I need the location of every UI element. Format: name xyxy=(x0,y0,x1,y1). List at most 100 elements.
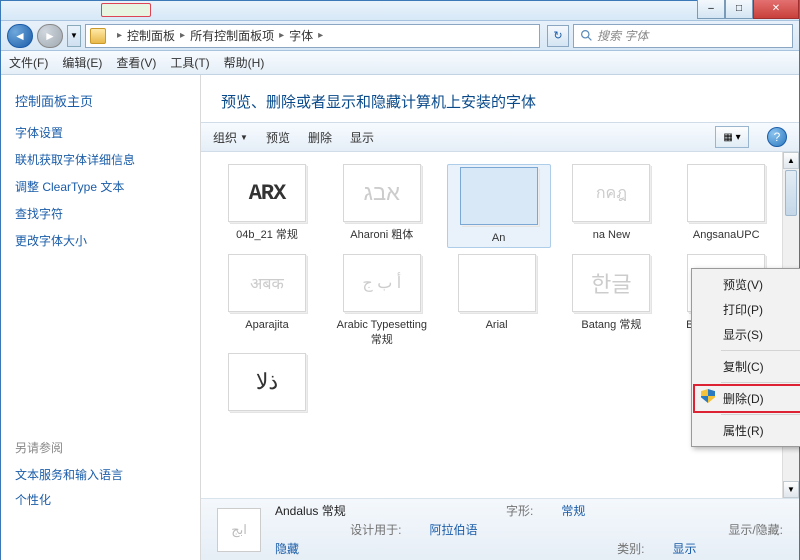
ctx-print[interactable]: 打印(P) xyxy=(695,297,800,322)
toolbar: 组织 ▼ 预览 删除 显示 ▦ ▾ ? xyxy=(201,122,799,152)
nav-history-dropdown[interactable]: ▼ xyxy=(67,25,81,47)
font-thumbnail: กคฎ xyxy=(572,164,650,222)
font-label: Arial xyxy=(486,318,508,332)
details-font-name: Andalus 常规 xyxy=(275,502,402,519)
sidebar-home-link[interactable]: 控制面板主页 xyxy=(15,91,186,110)
ctx-delete[interactable]: 删除(D) xyxy=(695,386,800,411)
font-label: 04b_21 常规 xyxy=(236,228,298,242)
font-item[interactable]: ذلا xyxy=(217,353,317,417)
scroll-down-button[interactable]: ▼ xyxy=(783,481,799,498)
details-design-value: 阿拉伯语 xyxy=(430,521,534,538)
refresh-button[interactable]: ↻ xyxy=(547,25,569,47)
minimize-button[interactable]: – xyxy=(697,0,725,19)
font-label: Aparajita xyxy=(245,318,288,332)
details-design-label: 设计用于: xyxy=(275,521,402,538)
sidebar-link-font-settings[interactable]: 字体设置 xyxy=(15,124,186,141)
font-item[interactable]: กคฎ na New xyxy=(561,164,661,248)
page-title: 预览、删除或者显示和隐藏计算机上安装的字体 xyxy=(221,91,779,112)
sidebar-link-font-size[interactable]: 更改字体大小 xyxy=(15,232,186,249)
ctx-separator xyxy=(721,382,800,383)
details-style-value: 常规 xyxy=(561,502,644,519)
font-thumbnail: अबक xyxy=(228,254,306,312)
menu-help[interactable]: 帮助(H) xyxy=(224,54,265,71)
font-label: Batang 常规 xyxy=(581,318,641,332)
search-icon xyxy=(580,29,593,42)
font-thumbnail: 한글 xyxy=(572,254,650,312)
details-pane: ابج Andalus 常规 字形: 常规 设计用于: 阿拉伯语 显示/隐藏: … xyxy=(201,498,799,560)
details-thumbnail: ابج xyxy=(217,508,261,552)
breadcrumb[interactable]: ▸ 控制面板 ▸ 所有控制面板项 ▸ 字体 ▸ xyxy=(85,24,540,48)
ctx-preview[interactable]: 预览(V) xyxy=(695,272,800,297)
font-thumbnail xyxy=(687,164,765,222)
search-input[interactable]: 搜索 字体 xyxy=(573,24,793,48)
details-style-label: 字形: xyxy=(430,502,534,519)
details-cat-value: 显示 xyxy=(673,540,784,557)
font-item[interactable]: 한글 Batang 常规 xyxy=(561,254,661,347)
help-button[interactable]: ? xyxy=(767,127,787,147)
crumb-fonts[interactable]: 字体 xyxy=(289,27,313,44)
content-area: 预览、删除或者显示和隐藏计算机上安装的字体 组织 ▼ 预览 删除 显示 ▦ ▾ … xyxy=(201,75,799,560)
font-item[interactable]: אבג Aharoni 粗体 xyxy=(332,164,432,248)
font-label: Arabic Typesetting 常规 xyxy=(334,318,430,347)
font-item[interactable]: أ ب ج Arabic Typesetting 常规 xyxy=(332,254,432,347)
crumb-control-panel[interactable]: 控制面板 xyxy=(127,27,175,44)
menu-file[interactable]: 文件(F) xyxy=(9,54,48,71)
font-thumbnail xyxy=(458,254,536,312)
ctx-copy[interactable]: 复制(C) xyxy=(695,354,800,379)
see-also-text-services[interactable]: 文本服务和输入语言 xyxy=(15,466,186,483)
font-label: Aharoni 粗体 xyxy=(350,228,413,242)
toolbar-delete[interactable]: 删除 xyxy=(308,129,332,146)
font-thumbnail: أ ب ج xyxy=(343,254,421,312)
font-thumbnail: אבג xyxy=(343,164,421,222)
sidebar-links: 字体设置 联机获取字体详细信息 调整 ClearType 文本 查找字符 更改字… xyxy=(15,124,186,249)
menu-tools[interactable]: 工具(T) xyxy=(170,54,209,71)
view-mode-button[interactable]: ▦ ▾ xyxy=(715,126,749,148)
titlebar: – □ ✕ xyxy=(1,1,799,21)
maximize-button[interactable]: □ xyxy=(725,0,753,19)
shield-icon xyxy=(701,389,715,403)
font-thumbnail xyxy=(460,167,538,225)
font-label: An xyxy=(492,231,505,245)
see-also-heading: 另请参阅 xyxy=(15,439,186,456)
crumb-all-items[interactable]: 所有控制面板项 xyxy=(190,27,274,44)
font-label: na New xyxy=(593,228,630,242)
toolbar-preview[interactable]: 预览 xyxy=(266,129,290,146)
font-item[interactable]: AngsanaUPC xyxy=(676,164,776,248)
ctx-separator xyxy=(721,350,800,351)
font-item[interactable]: अबक Aparajita xyxy=(217,254,317,347)
content-header: 预览、删除或者显示和隐藏计算机上安装的字体 xyxy=(201,75,799,122)
menubar: 文件(F) 编辑(E) 查看(V) 工具(T) 帮助(H) xyxy=(1,51,799,75)
toolbar-organize[interactable]: 组织 ▼ xyxy=(213,129,248,146)
sidebar-link-find-char[interactable]: 查找字符 xyxy=(15,205,186,222)
back-button[interactable]: ◄ xyxy=(7,24,33,48)
scroll-up-button[interactable]: ▲ xyxy=(783,152,799,169)
address-row: ◄ ► ▼ ▸ 控制面板 ▸ 所有控制面板项 ▸ 字体 ▸ ↻ 搜索 字体 xyxy=(1,21,799,51)
menu-view[interactable]: 查看(V) xyxy=(116,54,156,71)
context-menu: 预览(V) 打印(P) 显示(S) 复制(C) 删除(D) 属性(R) xyxy=(691,268,800,447)
font-label: AngsanaUPC xyxy=(693,228,760,242)
details-hide-value: 隐藏 xyxy=(275,540,402,557)
sidebar-link-cleartype[interactable]: 调整 ClearType 文本 xyxy=(15,178,186,195)
ctx-separator xyxy=(721,414,800,415)
titlebar-ghost-highlight xyxy=(101,3,151,17)
sidebar: 控制面板主页 字体设置 联机获取字体详细信息 调整 ClearType 文本 查… xyxy=(1,75,201,560)
font-item[interactable]: An xyxy=(447,164,551,248)
forward-button[interactable]: ► xyxy=(37,24,63,48)
details-hide-label: 显示/隐藏: xyxy=(673,521,784,538)
ctx-show[interactable]: 显示(S) xyxy=(695,322,800,347)
font-item[interactable]: ARX 04b_21 常规 xyxy=(217,164,317,248)
menu-edit[interactable]: 编辑(E) xyxy=(62,54,102,71)
scroll-thumb[interactable] xyxy=(785,170,797,216)
sidebar-link-online-info[interactable]: 联机获取字体详细信息 xyxy=(15,151,186,168)
see-also-links: 文本服务和输入语言 个性化 xyxy=(15,466,186,508)
toolbar-show[interactable]: 显示 xyxy=(350,129,374,146)
ctx-properties[interactable]: 属性(R) xyxy=(695,418,800,443)
folder-icon xyxy=(90,28,106,44)
window-controls: – □ ✕ xyxy=(697,0,799,19)
main: 控制面板主页 字体设置 联机获取字体详细信息 调整 ClearType 文本 查… xyxy=(1,75,799,560)
see-also-personalization[interactable]: 个性化 xyxy=(15,491,186,508)
font-thumbnail: ذلا xyxy=(228,353,306,411)
font-item[interactable]: Arial xyxy=(447,254,547,347)
close-button[interactable]: ✕ xyxy=(753,0,799,19)
font-thumbnail: ARX xyxy=(228,164,306,222)
